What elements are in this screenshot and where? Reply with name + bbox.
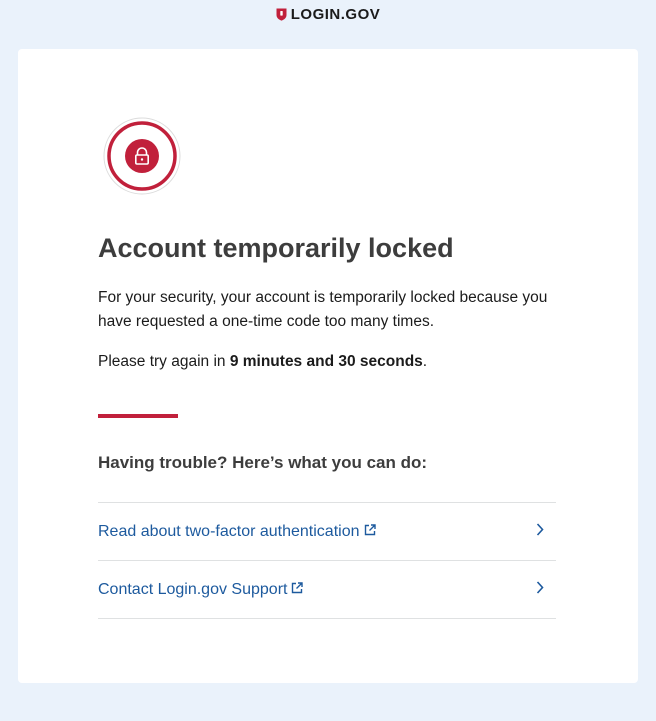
two-factor-auth-link-label: Read about two-factor authentication <box>98 522 360 540</box>
external-link-icon <box>364 523 376 541</box>
trouble-heading: Having trouble? Here’s what you can do: <box>98 453 428 472</box>
site-header: LOGIN.GOV <box>0 0 656 28</box>
two-factor-auth-link[interactable]: Read about two-factor authentication <box>98 503 556 561</box>
contact-support-link[interactable]: Contact Login.gov Support <box>98 561 556 619</box>
trouble-links-list: Read about two-factor authentication Con… <box>98 502 556 619</box>
accent-divider <box>98 414 178 418</box>
external-link-icon <box>291 581 304 599</box>
contact-support-link-label: Contact Login.gov Support <box>98 580 288 598</box>
shield-icon <box>276 8 287 21</box>
lock-explanation: For your security, your account is tempo… <box>98 289 548 330</box>
retry-prefix: Please try again in <box>98 353 230 370</box>
retry-suffix: . <box>422 353 428 370</box>
lock-icon <box>103 117 181 195</box>
retry-countdown: 9 minutes and 30 seconds <box>229 353 423 370</box>
link-label-group: Read about two-factor authentication <box>98 523 376 541</box>
logo-text: LOGIN.GOV <box>290 5 381 23</box>
chevron-right-icon <box>536 580 544 599</box>
link-label-group: Contact Login.gov Support <box>98 580 304 599</box>
retry-message: Please try again in 9 minutes and 30 sec… <box>98 350 568 374</box>
login-gov-logo[interactable]: LOGIN.GOV <box>276 6 381 23</box>
main-card: Account temporarily locked For your secu… <box>18 49 638 683</box>
page-title: Account temporarily locked <box>98 233 454 263</box>
chevron-right-icon <box>536 522 544 541</box>
